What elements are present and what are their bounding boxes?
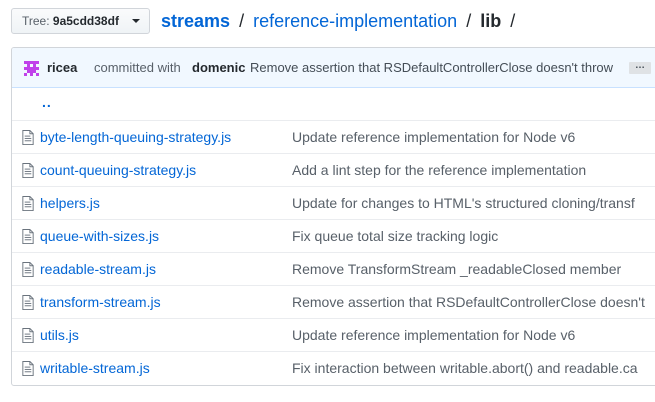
file-row[interactable]: transform-stream.js Remove assertion tha…: [12, 285, 655, 318]
file-text-icon: [22, 163, 34, 178]
file-name-link[interactable]: helpers.js: [40, 187, 100, 219]
file-row[interactable]: utils.js Update reference implementation…: [12, 318, 655, 351]
caret-down-icon: [132, 19, 140, 23]
tree-label: Tree:: [22, 14, 50, 28]
file-commit-message-link[interactable]: Update reference implementation for Node…: [292, 121, 575, 153]
file-row[interactable]: readable-stream.js Remove TransformStrea…: [12, 252, 655, 285]
file-commit-message-link[interactable]: Update reference implementation for Node…: [292, 319, 575, 351]
breadcrumb-current: lib: [480, 11, 502, 31]
file-text-icon: [22, 328, 34, 343]
breadcrumb-folder-link[interactable]: reference-implementation: [253, 11, 457, 31]
file-commit-message-link[interactable]: Remove TransformStream _readableClosed m…: [292, 253, 621, 285]
file-name-link[interactable]: readable-stream.js: [40, 253, 156, 285]
branch-tree-selector[interactable]: Tree: 9a5cdd38df: [11, 8, 150, 34]
file-text-icon: [22, 196, 34, 211]
file-list: .. byte-length-queuing-strategy.js Updat…: [12, 88, 655, 384]
commit-committer-link[interactable]: domenic: [192, 48, 245, 88]
file-name-link[interactable]: byte-length-queuing-strategy.js: [40, 121, 231, 153]
file-commit-message-link[interactable]: Add a lint step for the reference implem…: [292, 154, 586, 186]
file-text-icon: [22, 361, 34, 376]
parent-directory-row[interactable]: ..: [12, 88, 655, 120]
file-text-icon: [22, 229, 34, 244]
expand-commit-message-button[interactable]: …: [629, 61, 651, 74]
latest-commit-bar: ricea committed with domenic Remove asse…: [12, 48, 655, 88]
breadcrumb-separator: /: [466, 11, 472, 31]
file-row[interactable]: count-queuing-strategy.js Add a lint ste…: [12, 153, 655, 186]
breadcrumb: streams / reference-implementation / lib…: [161, 10, 519, 32]
breadcrumb-repo-link[interactable]: streams: [161, 11, 230, 31]
file-commit-message-link[interactable]: Update for changes to HTML's structured …: [292, 187, 635, 219]
breadcrumb-separator: /: [510, 11, 516, 31]
parent-directory-link[interactable]: ..: [42, 86, 52, 118]
file-row[interactable]: writable-stream.js Fix interaction betwe…: [12, 351, 655, 384]
file-name-link[interactable]: transform-stream.js: [40, 286, 161, 318]
commit-message-link[interactable]: Remove assertion that RSDefaultControlle…: [250, 48, 613, 88]
file-rows: byte-length-queuing-strategy.js Update r…: [12, 120, 655, 384]
file-text-icon: [22, 295, 34, 310]
file-row[interactable]: queue-with-sizes.js Fix queue total size…: [12, 219, 655, 252]
file-text-icon: [22, 262, 34, 277]
file-text-icon: [22, 130, 34, 145]
file-commit-message-link[interactable]: Remove assertion that RSDefaultControlle…: [292, 286, 645, 318]
file-commit-message-link[interactable]: Fix interaction between writable.abort()…: [292, 352, 638, 384]
file-commit-message-link[interactable]: Fix queue total size tracking logic: [292, 220, 498, 252]
avatar[interactable]: [24, 61, 39, 76]
file-browser: ricea committed with domenic Remove asse…: [11, 47, 655, 386]
breadcrumb-separator: /: [239, 11, 245, 31]
commit-with-text: committed with: [94, 60, 181, 75]
file-name-link[interactable]: writable-stream.js: [40, 352, 150, 384]
repo-header: Tree: 9a5cdd38df streams / reference-imp…: [0, 0, 655, 44]
commit-author-link[interactable]: ricea: [47, 48, 77, 88]
file-name-link[interactable]: queue-with-sizes.js: [40, 220, 159, 252]
tree-sha: 9a5cdd38df: [52, 14, 119, 28]
file-row[interactable]: byte-length-queuing-strategy.js Update r…: [12, 120, 655, 153]
file-row[interactable]: helpers.js Update for changes to HTML's …: [12, 186, 655, 219]
file-name-link[interactable]: utils.js: [40, 319, 79, 351]
file-name-link[interactable]: count-queuing-strategy.js: [40, 154, 196, 186]
